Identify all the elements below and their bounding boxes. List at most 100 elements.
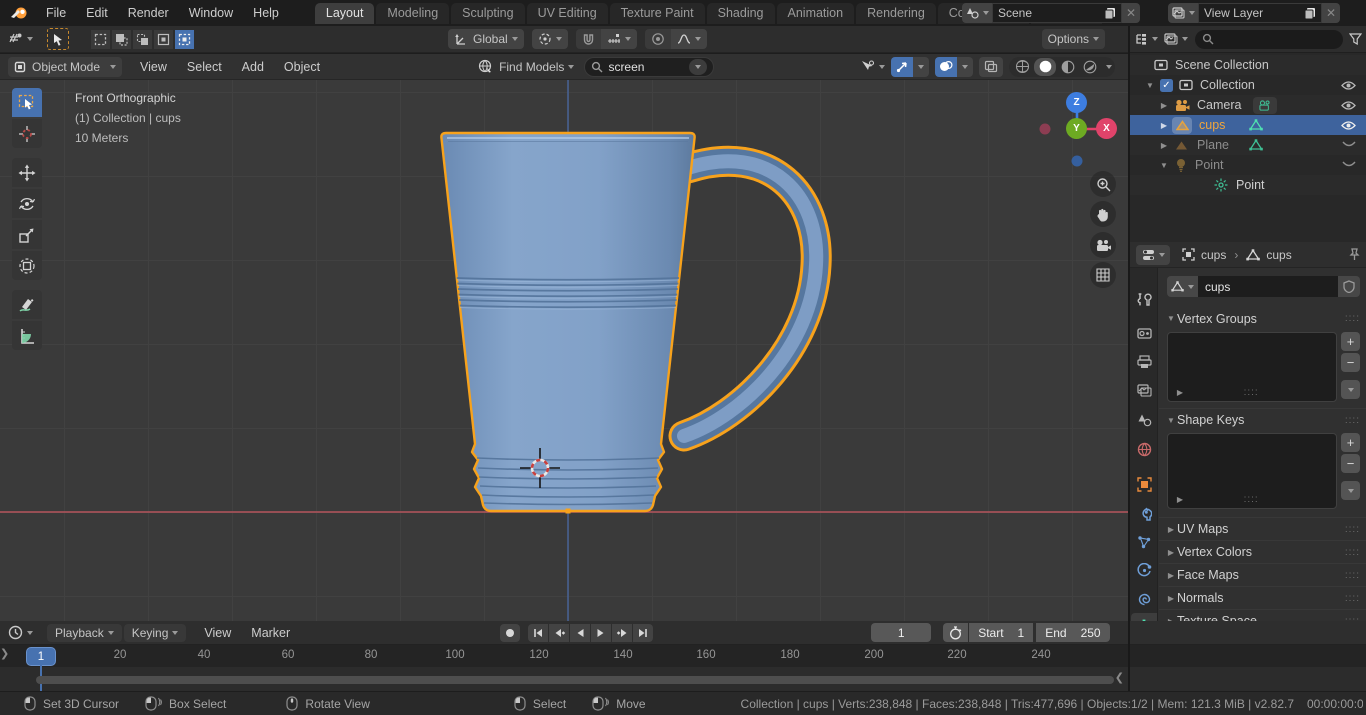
region-toggle-left-icon[interactable]: ❯ <box>0 647 9 660</box>
end-frame-field[interactable]: End250 <box>1036 623 1109 642</box>
disclosure-down-icon[interactable]: ▼ <box>1158 161 1170 170</box>
menu-file[interactable]: File <box>36 6 76 20</box>
play-reverse-button[interactable] <box>570 624 590 642</box>
proportional-edit-icon[interactable] <box>645 29 671 49</box>
tab-texture-paint[interactable]: Texture Paint <box>610 3 705 24</box>
disclosure-right-icon[interactable]: ▶ <box>1158 121 1170 130</box>
tab-tool-icon[interactable] <box>1131 286 1157 312</box>
menu-window[interactable]: Window <box>179 6 243 20</box>
mug-body[interactable] <box>441 133 694 514</box>
tool-rotate-icon[interactable] <box>12 189 42 218</box>
jump-to-end-button[interactable] <box>633 624 653 642</box>
axis-minus-z-dot[interactable] <box>1072 156 1083 167</box>
tool-scale-icon[interactable] <box>12 220 42 249</box>
panel-grip-icon[interactable]: :::: <box>1345 415 1360 426</box>
menu-help[interactable]: Help <box>243 6 289 20</box>
breadcrumb-object-label[interactable]: cups <box>1201 248 1226 262</box>
tab-render-icon[interactable] <box>1131 320 1157 346</box>
vertex-group-specials-menu[interactable] <box>1341 380 1360 399</box>
remove-vertex-group-button[interactable]: − <box>1341 353 1360 372</box>
viewport-menu-select[interactable]: Select <box>177 60 232 74</box>
timeline-track-area[interactable]: ❮ <box>0 667 1366 691</box>
disclosure-down-icon[interactable]: ▼ <box>1144 81 1156 90</box>
outliner-row-cups-selected[interactable]: ▶ cups <box>1130 115 1366 135</box>
tab-object-icon[interactable] <box>1131 471 1157 497</box>
outliner-row-point-light-data[interactable]: Point <box>1130 175 1366 195</box>
select-mode-new-icon[interactable] <box>91 30 110 49</box>
start-frame-field[interactable]: Start1 <box>969 623 1033 642</box>
timeline-scrollbar[interactable] <box>36 676 1114 684</box>
jump-to-start-button[interactable] <box>528 624 548 642</box>
fake-user-shield-icon[interactable] <box>1338 276 1360 297</box>
tab-constraints-icon[interactable] <box>1131 585 1157 611</box>
mode-dropdown[interactable]: Object Mode <box>8 57 122 77</box>
remove-shape-key-button[interactable]: − <box>1341 454 1360 473</box>
shape-key-specials-menu[interactable] <box>1341 481 1360 500</box>
tab-uv-editing[interactable]: UV Editing <box>527 3 608 24</box>
outliner-row-point-light[interactable]: ▼ Point <box>1130 155 1366 175</box>
play-button[interactable] <box>591 624 611 642</box>
tool-cursor-icon[interactable] <box>12 119 42 148</box>
zoom-view-icon[interactable] <box>1090 171 1116 197</box>
prev-keyframe-button[interactable] <box>549 624 569 642</box>
perspective-toggle-icon[interactable] <box>1090 262 1116 288</box>
timeline-menu-marker[interactable]: Marker <box>241 626 300 640</box>
outliner-editor-type-dropdown[interactable] <box>1134 33 1158 46</box>
shading-material-icon[interactable] <box>1058 60 1078 74</box>
editor-type-dropdown[interactable] <box>8 32 33 46</box>
gizmo-dropdown[interactable] <box>913 57 929 77</box>
panel-grip-icon[interactable]: :::: <box>1345 547 1360 558</box>
panel-vertex-colors[interactable]: ▶Vertex Colors:::: <box>1159 540 1366 563</box>
axis-z-ball[interactable]: Z <box>1066 92 1087 113</box>
shading-rendered-icon[interactable] <box>1080 60 1100 74</box>
properties-editor-type-dropdown[interactable] <box>1136 245 1170 265</box>
shading-dropdown[interactable] <box>1106 65 1112 69</box>
list-filter-toggle-icon[interactable]: ▶ <box>1174 388 1186 397</box>
outliner-row-scene-collection[interactable]: Scene Collection <box>1130 55 1366 75</box>
panel-divider[interactable] <box>1128 26 1130 691</box>
scene-type-icon[interactable] <box>962 3 992 23</box>
visibility-eye-icon[interactable] <box>1341 120 1356 131</box>
outliner-row-camera[interactable]: ▶ Camera <box>1130 95 1366 115</box>
tab-physics-icon[interactable] <box>1131 557 1157 583</box>
disclosure-right-icon[interactable]: ▶ <box>1158 141 1170 150</box>
tab-animation[interactable]: Animation <box>777 3 855 24</box>
shape-keys-list[interactable]: ▶ :::: <box>1167 433 1337 509</box>
viewport-menu-object[interactable]: Object <box>274 60 330 74</box>
auto-keying-record-icon[interactable] <box>500 624 520 642</box>
xray-toggle-icon[interactable] <box>979 57 1003 77</box>
find-models-dropdown[interactable]: Find Models <box>478 59 574 74</box>
mug-model[interactable] <box>0 80 1129 621</box>
list-resize-grip-icon[interactable]: :::: <box>1244 387 1259 398</box>
vertex-groups-list[interactable]: ▶ :::: <box>1167 332 1337 402</box>
new-view-layer-icon[interactable] <box>1304 7 1316 20</box>
timeline-editor-type-dropdown[interactable] <box>8 625 33 640</box>
visibility-eye-icon[interactable] <box>1341 80 1356 91</box>
tab-layout[interactable]: Layout <box>315 3 375 24</box>
options-dropdown[interactable]: Options <box>1042 29 1105 49</box>
disclosure-right-icon[interactable]: ▶ <box>1158 101 1170 110</box>
tab-view-layer-icon[interactable] <box>1131 378 1157 404</box>
panel-vertex-groups[interactable]: ▼ Vertex Groups :::: <box>1159 307 1366 330</box>
outliner-search-input[interactable] <box>1195 30 1343 49</box>
breadcrumb-data-label[interactable]: cups <box>1266 248 1291 262</box>
viewport-3d[interactable]: Front Orthographic (1) Collection | cups… <box>0 80 1129 621</box>
remove-view-layer-icon[interactable]: ✕ <box>1322 3 1340 23</box>
select-mode-subtract-icon[interactable] <box>133 30 152 49</box>
use-preview-range-icon[interactable] <box>943 623 968 642</box>
unlink-scene-icon[interactable]: ✕ <box>1122 3 1140 23</box>
view-layer-type-icon[interactable] <box>1168 3 1198 23</box>
current-frame-field[interactable]: 1 <box>871 623 931 642</box>
tool-select-box-icon[interactable] <box>12 88 42 117</box>
viewport-menu-add[interactable]: Add <box>232 60 274 74</box>
menu-edit[interactable]: Edit <box>76 6 118 20</box>
panel-shape-keys[interactable]: ▼ Shape Keys :::: <box>1159 408 1366 431</box>
select-mode-intersect-icon[interactable] <box>175 30 194 49</box>
model-search-field[interactable]: screen <box>584 57 714 77</box>
timeline-ruler[interactable]: 20 40 60 80 100 120 140 160 180 200 220 … <box>0 645 1366 667</box>
shading-solid-icon[interactable] <box>1034 58 1056 76</box>
mesh-browse-dropdown[interactable] <box>1167 276 1198 297</box>
shading-wireframe-icon[interactable] <box>1012 59 1032 74</box>
outliner-row-plane[interactable]: ▶ Plane <box>1130 135 1366 155</box>
outliner-row-collection[interactable]: ▼ ✓ Collection <box>1130 75 1366 95</box>
